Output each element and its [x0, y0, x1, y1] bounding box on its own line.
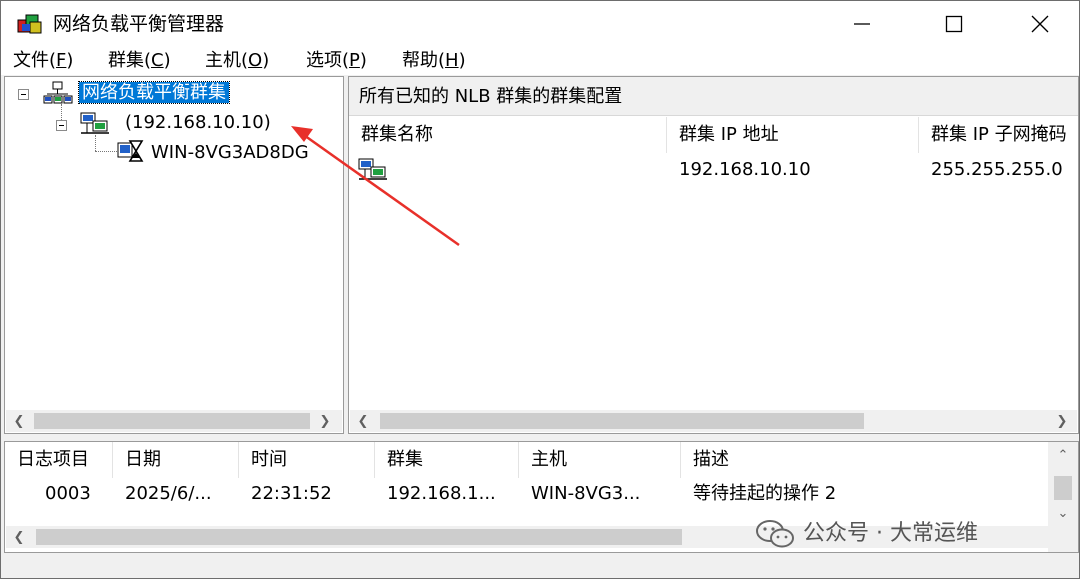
- scroll-left-icon[interactable]: ❮: [8, 526, 30, 548]
- menu-host[interactable]: 主机(O): [205, 49, 269, 73]
- log-vertical-scrollbar[interactable]: ⌃ ⌄: [1048, 442, 1078, 552]
- network-cluster-icon: [43, 81, 73, 104]
- tree-line: [95, 135, 96, 151]
- cell-log-date: 2025/6/...: [125, 483, 212, 504]
- cell-log-host: WIN-8VG3...: [531, 483, 641, 504]
- maximize-icon: [945, 15, 963, 33]
- watermark: 公众号 · 大常运维: [755, 518, 978, 550]
- tree-horizontal-scrollbar[interactable]: ❮ ❯: [6, 410, 342, 432]
- status-bar: [1, 555, 1079, 578]
- minimize-icon: [854, 23, 870, 25]
- column-log-item[interactable]: 日志项目: [5, 442, 113, 478]
- title-bar[interactable]: 网络负载平衡管理器: [1, 1, 1079, 47]
- scroll-down-icon[interactable]: ⌄: [1052, 502, 1074, 524]
- column-cluster-name[interactable]: 群集名称: [349, 117, 667, 153]
- scroll-right-icon[interactable]: ❯: [1051, 410, 1073, 432]
- tree-item-host[interactable]: WIN-8VG3AD8DG: [151, 141, 309, 165]
- cluster-server-icon: [80, 112, 109, 134]
- tree-item-root[interactable]: 网络负载平衡群集: [78, 81, 230, 105]
- watermark-text: 公众号 · 大常运维: [803, 521, 978, 546]
- tree-item-cluster[interactable]: (192.168.10.10): [125, 111, 271, 135]
- cluster-tree-pane[interactable]: 网络负载平衡群集 (192.168.10.10) WIN-8VG3AD8DG ❮…: [4, 76, 344, 434]
- scroll-thumb[interactable]: [1054, 476, 1072, 500]
- config-pane-header: 所有已知的 NLB 群集的群集配置: [349, 77, 1078, 116]
- minimize-button[interactable]: [831, 1, 893, 47]
- scroll-right-icon[interactable]: ❯: [314, 410, 336, 432]
- collapse-cluster-toggle[interactable]: [56, 120, 67, 131]
- cell-subnet-mask: 255.255.255.0: [931, 159, 1063, 180]
- column-log-cluster[interactable]: 群集: [375, 442, 519, 478]
- menu-cluster[interactable]: 群集(C): [108, 49, 171, 73]
- scroll-left-icon[interactable]: ❮: [8, 410, 30, 432]
- window-title: 网络负载平衡管理器: [53, 13, 225, 35]
- cell-log-time: 22:31:52: [251, 483, 332, 504]
- nlb-manager-window: 网络负载平衡管理器 文件(F) 群集(C) 主机(O) 选项(P) 帮助(H): [0, 0, 1080, 579]
- column-log-date[interactable]: 日期: [113, 442, 239, 478]
- scroll-thumb[interactable]: [36, 529, 682, 545]
- host-pending-icon: [117, 140, 144, 162]
- scroll-up-icon[interactable]: ⌃: [1052, 444, 1074, 466]
- cell-log-cluster: 192.168.1...: [387, 483, 496, 504]
- cell-cluster-ip: 192.168.10.10: [679, 159, 811, 180]
- scroll-thumb[interactable]: [34, 413, 310, 429]
- cluster-server-icon: [358, 158, 387, 180]
- table-row[interactable]: 192.168.10.10 255.255.255.0: [349, 155, 1078, 185]
- maximize-button[interactable]: [923, 1, 985, 47]
- column-subnet-mask[interactable]: 群集 IP 子网掩码: [919, 117, 1078, 153]
- scroll-thumb[interactable]: [380, 413, 864, 429]
- config-horizontal-scrollbar[interactable]: ❮ ❯: [350, 410, 1077, 432]
- tree-item-root-label: 网络负载平衡群集: [78, 81, 230, 104]
- column-cluster-ip[interactable]: 群集 IP 地址: [667, 117, 919, 153]
- table-row[interactable]: 0003 2025/6/... 22:31:52 192.168.1... WI…: [5, 480, 1045, 508]
- close-icon: [1031, 15, 1049, 33]
- tree-line: [95, 151, 117, 152]
- config-pane-title: 所有已知的 NLB 群集的群集配置: [359, 86, 623, 107]
- cell-log-item: 0003: [45, 483, 91, 504]
- column-log-description[interactable]: 描述: [681, 442, 1047, 478]
- menu-bar: 文件(F) 群集(C) 主机(O) 选项(P) 帮助(H): [1, 47, 1079, 75]
- column-log-host[interactable]: 主机: [519, 442, 681, 478]
- scroll-left-icon[interactable]: ❮: [352, 410, 374, 432]
- wechat-icon: [756, 520, 794, 548]
- menu-options[interactable]: 选项(P): [306, 49, 367, 73]
- menu-file[interactable]: 文件(F): [13, 49, 73, 73]
- collapse-root-toggle[interactable]: [18, 89, 29, 100]
- menu-help[interactable]: 帮助(H): [402, 49, 466, 73]
- nlb-app-icon: [17, 14, 42, 34]
- cluster-config-pane: 所有已知的 NLB 群集的群集配置 群集名称 群集 IP 地址 群集 IP 子网…: [348, 76, 1079, 434]
- column-log-time[interactable]: 时间: [239, 442, 375, 478]
- close-button[interactable]: [1009, 1, 1071, 47]
- cell-log-description: 等待挂起的操作 2: [693, 483, 837, 504]
